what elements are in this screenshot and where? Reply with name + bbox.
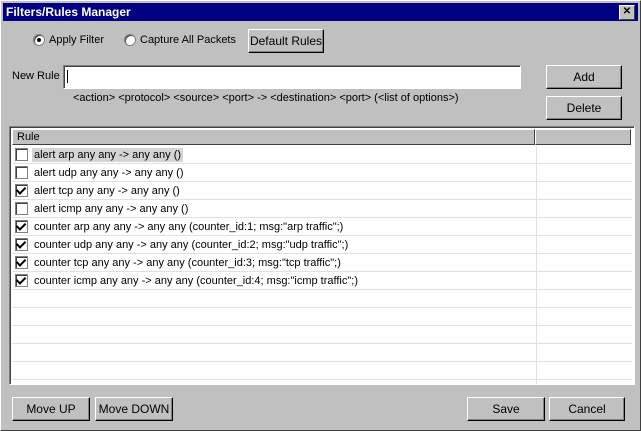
add-label: Add	[573, 70, 595, 84]
table-row	[12, 290, 632, 308]
table-row	[12, 362, 632, 380]
column-divider	[536, 290, 537, 307]
rule-enabled-checkbox[interactable]	[15, 184, 28, 197]
rule-enabled-checkbox[interactable]	[15, 148, 28, 161]
rule-syntax-hint: <action> <protocol> <source> <port> -> <…	[73, 92, 459, 104]
table-row[interactable]: alert tcp any any -> any any ()	[12, 182, 632, 200]
column-divider	[536, 200, 537, 217]
column-divider	[536, 218, 537, 235]
rule-text: alert tcp any any -> any any ()	[34, 185, 180, 197]
rule-enabled-checkbox[interactable]	[15, 238, 28, 251]
rule-text: alert arp any any -> any any ()	[32, 148, 184, 162]
new-rule-input[interactable]	[63, 65, 521, 89]
table-row[interactable]: counter arp any any -> any any (counter_…	[12, 218, 632, 236]
close-button[interactable]: ✕	[619, 5, 635, 20]
move-down-label: Move DOWN	[98, 402, 170, 416]
capture-all-label: Capture All Packets	[140, 34, 236, 46]
column-header-rule-label: Rule	[17, 131, 40, 143]
column-divider	[536, 362, 537, 379]
table-row	[12, 308, 632, 326]
table-row[interactable]: counter icmp any any -> any any (counter…	[12, 272, 632, 290]
radio-unselected-icon	[124, 34, 136, 46]
column-divider	[536, 236, 537, 253]
table-row	[12, 380, 632, 384]
column-divider	[536, 326, 537, 343]
add-button[interactable]: Add	[546, 65, 622, 89]
column-divider	[536, 308, 537, 325]
window-title: Filters/Rules Manager	[6, 5, 131, 19]
rule-text: alert icmp any any -> any any ()	[34, 203, 189, 215]
apply-filter-label: Apply Filter	[49, 34, 105, 46]
column-divider	[536, 164, 537, 181]
move-down-button[interactable]: Move DOWN	[95, 397, 173, 421]
column-divider	[536, 272, 537, 289]
default-rules-button[interactable]: Default Rules	[248, 29, 324, 53]
rule-text: counter arp any any -> any any (counter_…	[34, 221, 344, 233]
rule-enabled-checkbox[interactable]	[15, 166, 28, 179]
table-row[interactable]: alert icmp any any -> any any ()	[12, 200, 632, 218]
move-up-button[interactable]: Move UP	[12, 397, 90, 421]
cancel-button[interactable]: Cancel	[549, 397, 625, 421]
default-rules-label: Default Rules	[249, 34, 323, 48]
capture-all-radio[interactable]: Capture All Packets	[124, 34, 236, 46]
rule-text: counter udp any any -> any any (counter_…	[34, 239, 349, 251]
apply-filter-radio[interactable]: Apply Filter	[33, 34, 104, 46]
column-divider	[536, 182, 537, 199]
close-icon: ✕	[622, 6, 632, 17]
column-divider	[536, 380, 537, 384]
column-divider	[536, 254, 537, 271]
column-divider	[536, 344, 537, 361]
delete-button[interactable]: Delete	[546, 96, 622, 120]
rules-list-header: Rule	[12, 129, 632, 145]
rule-text: alert udp any any -> any any ()	[34, 167, 184, 179]
save-button[interactable]: Save	[467, 397, 545, 421]
title-bar: Filters/Rules Manager ✕	[3, 3, 638, 21]
column-header-rule[interactable]: Rule	[12, 129, 535, 145]
delete-label: Delete	[566, 101, 602, 115]
table-row[interactable]: alert udp any any -> any any ()	[12, 164, 632, 182]
text-caret	[67, 70, 68, 83]
rule-enabled-checkbox[interactable]	[15, 256, 28, 269]
radio-selected-icon	[33, 34, 45, 46]
cancel-label: Cancel	[568, 402, 606, 416]
column-header-empty[interactable]	[535, 129, 631, 145]
filters-rules-window: Filters/Rules Manager ✕ Apply Filter Cap…	[0, 0, 641, 431]
rule-text: counter icmp any any -> any any (counter…	[34, 275, 358, 287]
save-label: Save	[492, 402, 520, 416]
table-row	[12, 344, 632, 362]
rule-enabled-checkbox[interactable]	[15, 202, 28, 215]
column-divider	[536, 146, 537, 163]
rule-enabled-checkbox[interactable]	[15, 274, 28, 287]
table-row[interactable]: counter udp any any -> any any (counter_…	[12, 236, 632, 254]
table-row[interactable]: alert arp any any -> any any ()	[12, 146, 632, 164]
rules-list[interactable]: Rule alert arp any any -> any any () aler…	[9, 126, 635, 385]
rule-enabled-checkbox[interactable]	[15, 220, 28, 233]
table-row[interactable]: counter tcp any any -> any any (counter_…	[12, 254, 632, 272]
table-row	[12, 326, 632, 344]
move-up-label: Move UP	[26, 402, 76, 416]
rule-text: counter tcp any any -> any any (counter_…	[34, 257, 341, 269]
new-rule-label: New Rule	[12, 70, 60, 82]
rules-list-rows: alert arp any any -> any any () alert udp…	[12, 146, 632, 384]
